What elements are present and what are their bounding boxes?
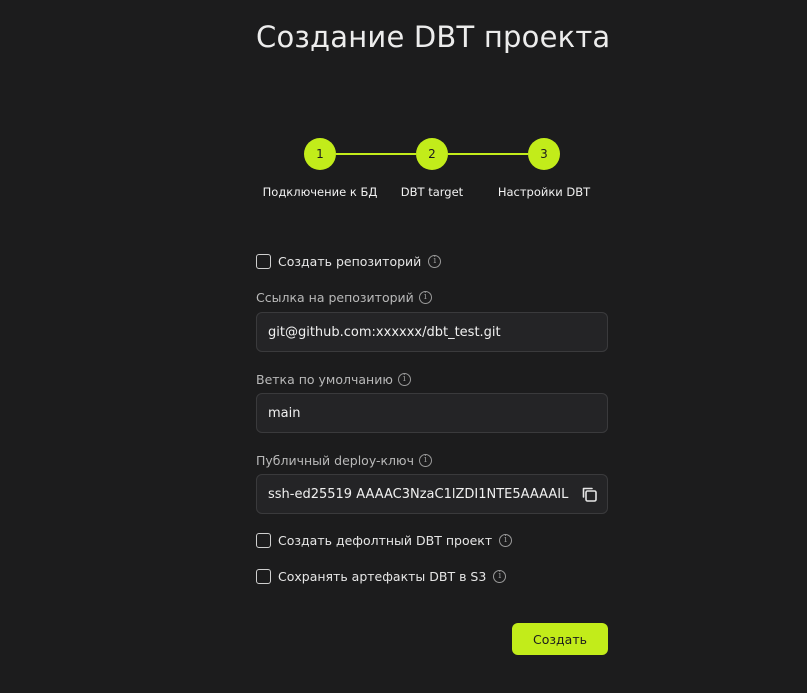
step-1-circle[interactable]: 1	[304, 138, 336, 170]
step-2-label: DBT target	[400, 185, 464, 199]
create-repo-label[interactable]: Создать репозиторий	[278, 254, 421, 269]
step-number: 2	[428, 147, 436, 161]
step-2-circle[interactable]: 2	[416, 138, 448, 170]
info-icon[interactable]: i	[493, 569, 507, 583]
step-number: 1	[316, 147, 324, 161]
step-3-label: Настройки DBT	[497, 185, 591, 199]
create-button[interactable]: Создать	[512, 623, 608, 655]
deploy-key-input[interactable]: ssh-ed25519 AAAAC3NzaC1lZDI1NTE5AAAAIL	[256, 474, 608, 514]
default-branch-input[interactable]: main	[256, 393, 608, 433]
repo-url-label: Ссылка на репозиторий	[256, 289, 414, 305]
info-icon[interactable]: i	[428, 254, 442, 268]
copy-icon[interactable]	[579, 484, 599, 504]
deploy-key-value: ssh-ed25519 AAAAC3NzaC1lZDI1NTE5AAAAIL	[268, 486, 569, 502]
create-dbt-project-page: Создание DBT проекта 1 2 3 Подключение к…	[0, 0, 807, 693]
deploy-key-label: Публичный deploy-ключ	[256, 452, 414, 468]
create-default-project-row: Создать дефолтный DBT проект i	[256, 531, 513, 549]
info-icon[interactable]: i	[418, 290, 432, 304]
deploy-key-label-row: Публичный deploy-ключ i	[256, 451, 432, 469]
repo-url-input[interactable]: git@github.com:xxxxxx/dbt_test.git	[256, 312, 608, 352]
step-3-circle[interactable]: 3	[528, 138, 560, 170]
save-artifacts-checkbox[interactable]	[256, 568, 271, 584]
info-icon[interactable]: i	[397, 372, 411, 386]
stepper-connector	[448, 153, 528, 155]
save-artifacts-row: Сохранять артефакты DBT в S3 i	[256, 567, 507, 585]
info-icon[interactable]: i	[499, 533, 513, 547]
create-default-project-checkbox[interactable]	[256, 532, 271, 548]
info-icon[interactable]: i	[418, 453, 432, 467]
create-repo-row: Создать репозиторий i	[256, 252, 442, 270]
default-branch-label: Ветка по умолчанию	[256, 371, 393, 387]
default-branch-label-row: Ветка по умолчанию i	[256, 370, 411, 388]
create-default-project-label[interactable]: Создать дефолтный DBT проект	[278, 533, 492, 548]
default-branch-value: main	[268, 405, 301, 421]
create-repo-checkbox[interactable]	[256, 253, 271, 269]
save-artifacts-label[interactable]: Сохранять артефакты DBT в S3	[278, 569, 486, 584]
repo-url-label-row: Ссылка на репозиторий i	[256, 288, 432, 306]
page-title: Создание DBT проекта	[256, 20, 611, 54]
step-number: 3	[540, 147, 548, 161]
repo-url-value: git@github.com:xxxxxx/dbt_test.git	[268, 324, 501, 340]
step-1-label: Подключение к БД	[262, 185, 378, 199]
stepper-connector	[336, 153, 416, 155]
